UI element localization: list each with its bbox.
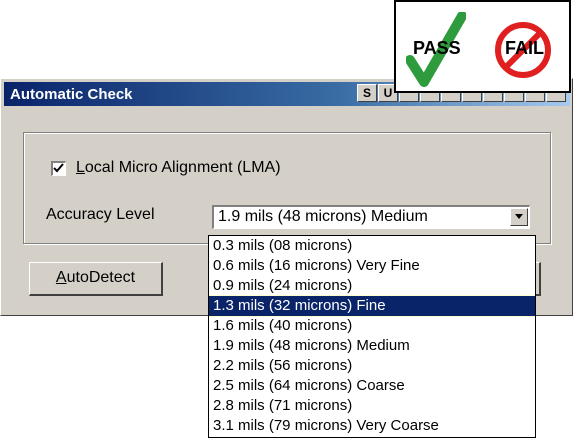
lma-checkbox[interactable] [51, 161, 66, 176]
lma-label-accel: L [76, 159, 85, 176]
dropdown-option[interactable]: 2.2 mils (56 microns) [209, 356, 535, 376]
pass-label: PASS [413, 38, 461, 58]
lma-label-rest: ocal Micro Alignment (LMA) [84, 159, 281, 176]
autodetect-label-rest: utoDetect [66, 269, 136, 286]
title-button-s[interactable]: S [357, 84, 377, 102]
dropdown-arrow-button[interactable] [510, 208, 528, 226]
accuracy-level-label: Accuracy Level [46, 206, 155, 223]
pass-fail-badge: PASS FAIL [394, 0, 571, 93]
window-title: Automatic Check [10, 86, 133, 103]
accuracy-dropdown-list[interactable]: 0.3 mils (08 microns) 0.6 mils (16 micro… [208, 235, 536, 438]
options-group: Local Micro Alignment (LMA) Accuracy Lev… [23, 132, 551, 244]
dropdown-option[interactable]: 1.6 mils (40 microns) [209, 316, 535, 336]
autodetect-accel: A [55, 269, 67, 286]
chevron-down-icon [515, 214, 523, 219]
lma-label[interactable]: Local Micro Alignment (LMA) [76, 159, 281, 177]
dropdown-option[interactable]: 0.9 mils (24 microns) [209, 276, 535, 296]
dropdown-option-highlighted[interactable]: 1.3 mils (32 microns) Fine [209, 295, 535, 317]
dropdown-option[interactable]: 0.6 mils (16 microns) Very Fine [209, 256, 535, 276]
dropdown-option[interactable]: 2.5 mils (64 microns) Coarse [209, 376, 535, 396]
checkmark-icon [53, 163, 64, 173]
accuracy-level-select[interactable]: 1.9 mils (48 microns) Medium [212, 205, 530, 229]
fail-label: FAIL [505, 38, 544, 58]
dropdown-option[interactable]: 3.1 mils (79 microns) Very Coarse [209, 416, 535, 436]
dropdown-option[interactable]: 2.8 mils (71 microns) [209, 396, 535, 416]
dropdown-option[interactable]: 0.3 mils (08 microns) [209, 236, 535, 256]
autodetect-button[interactable]: AutoDetect [29, 262, 163, 296]
dropdown-option[interactable]: 1.9 mils (48 microns) Medium [209, 336, 535, 356]
accuracy-selected-value: 1.9 mils (48 microns) Medium [218, 208, 428, 225]
